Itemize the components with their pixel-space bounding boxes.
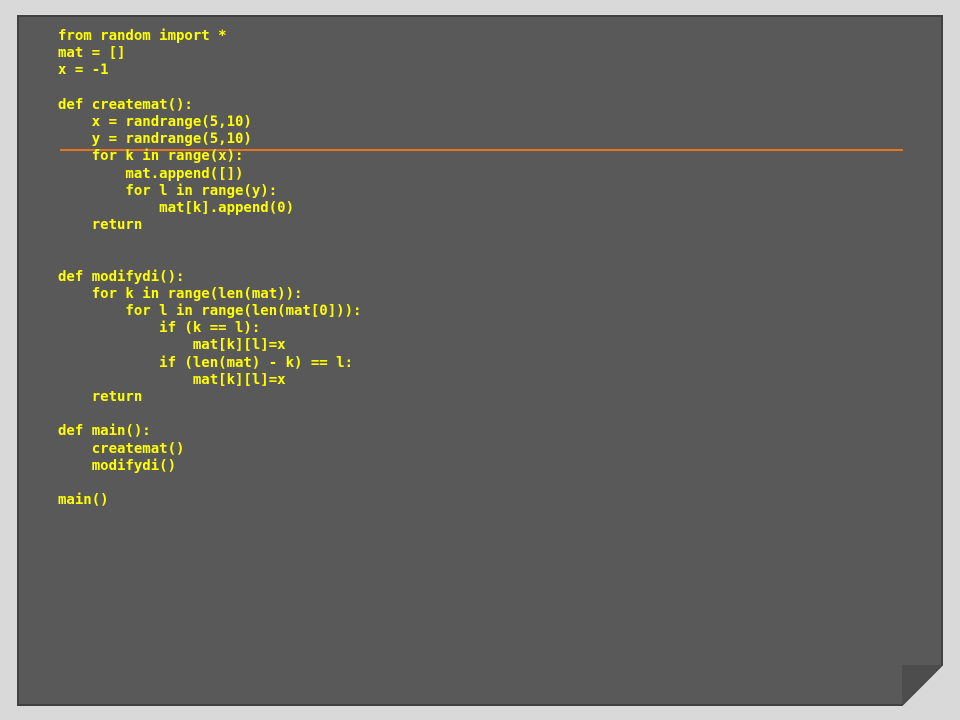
- slide: from random import * mat = [] x = -1 def cr…: [0, 0, 960, 720]
- code-line: for k in range(len(mat)):: [58, 285, 303, 302]
- code-line: def modifydi():: [58, 268, 185, 285]
- code-line: for k in range(x):: [58, 148, 244, 165]
- code-line: return: [58, 388, 143, 405]
- code-line: def main():: [58, 423, 151, 440]
- code-line: mat.append([]): [58, 165, 244, 182]
- folded-corner: [902, 665, 942, 705]
- code-line: modifydi(): [58, 457, 177, 474]
- code-line: mat[k][l]=x: [58, 337, 286, 354]
- code-line: main(): [58, 492, 109, 509]
- code-line: for l in range(len(mat[0])):: [58, 303, 362, 319]
- code-line: mat = []: [58, 45, 126, 62]
- code-line: return: [58, 217, 143, 234]
- code-line: if (len(mat) - k) == l:: [58, 354, 354, 371]
- code-line: from random import *: [58, 28, 227, 44]
- code-line: def createmat():: [58, 96, 193, 113]
- code-line: createmat(): [58, 440, 185, 457]
- code-block: from random import * mat = [] x = -1 def cr…: [58, 28, 361, 509]
- code-line: for l in range(y):: [58, 182, 278, 199]
- code-line: mat[k][l]=x: [58, 371, 286, 388]
- code-line: y = randrange(5,10): [58, 131, 252, 148]
- code-line: if (k == l):: [58, 320, 261, 337]
- code-line: mat[k].append(0): [58, 199, 295, 216]
- code-line: x = -1: [58, 62, 109, 79]
- code-line: x = randrange(5,10): [58, 113, 252, 130]
